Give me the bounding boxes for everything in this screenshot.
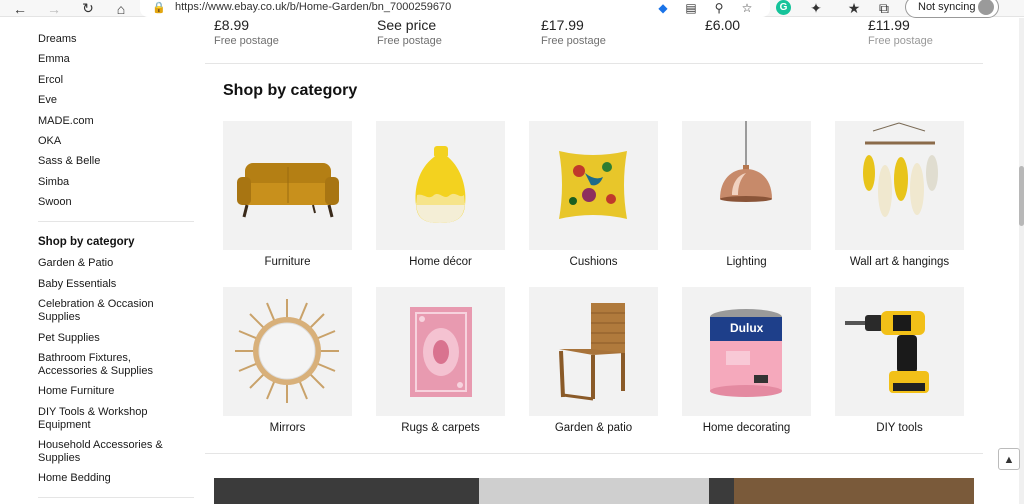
browser-toolbar: ← → ↻ ⌂ 🔒 https://www.ebay.co.uk/b/Home-… [0, 0, 1024, 18]
sidebar-category-household[interactable]: Household Accessories & Supplies [38, 439, 173, 465]
sidebar-category-baby[interactable]: Baby Essentials [38, 278, 116, 291]
category-label[interactable]: Wall art & hangings [835, 256, 964, 268]
sidebar-category-bedding[interactable]: Home Bedding [38, 472, 111, 485]
scroll-thumb[interactable] [1019, 166, 1024, 226]
favorite-add-icon[interactable]: ☆ [738, 0, 756, 17]
sidebar-divider [38, 497, 194, 498]
paint-brand-label: Dulux [730, 321, 764, 335]
sidebar-brand-made[interactable]: MADE.com [38, 115, 94, 128]
banner-image-warm [734, 478, 974, 504]
back-to-top-button[interactable]: ▲ [998, 448, 1020, 470]
section-divider [205, 453, 983, 454]
category-card-home-decor[interactable]: Home décor [376, 121, 505, 268]
home-icon[interactable]: ⌂ [111, 0, 131, 17]
grammarly-icon[interactable]: G [776, 0, 791, 15]
sidebar-category-heading: Shop by category [38, 236, 135, 248]
chevron-up-icon: ▲ [1003, 454, 1015, 466]
sidebar-category-diy[interactable]: DIY Tools & Workshop Equipment [38, 406, 158, 432]
forward-icon[interactable]: → [44, 0, 64, 17]
pendant-lamp-icon[interactable] [682, 121, 811, 250]
product-price[interactable]: £6.00 [705, 18, 740, 32]
favorites-icon[interactable]: ★ [844, 0, 864, 17]
product-price[interactable]: £8.99 [214, 18, 249, 32]
sidebar-category-pet[interactable]: Pet Supplies [38, 332, 100, 345]
zoom-icon[interactable]: ⚲ [710, 0, 728, 17]
category-label[interactable]: Garden & patio [529, 422, 658, 434]
category-card-cushions[interactable]: Cushions [529, 121, 658, 268]
mirror-icon[interactable] [223, 287, 352, 416]
sidebar-brand-emma[interactable]: Emma [38, 53, 70, 66]
sidebar-brand-simba[interactable]: Simba [38, 176, 69, 189]
drill-icon[interactable] [835, 287, 964, 416]
sidebar-brand-oka[interactable]: OKA [38, 135, 61, 148]
reader-icon[interactable]: ▤ [682, 0, 700, 17]
garden-chair-icon[interactable] [529, 287, 658, 416]
sync-label: Not syncing [918, 1, 976, 13]
category-label[interactable]: Lighting [682, 256, 811, 268]
category-label[interactable]: Home décor [376, 256, 505, 268]
sidebar-category-home-furniture[interactable]: Home Furniture [38, 385, 114, 398]
category-label[interactable]: Furniture [223, 256, 352, 268]
category-label[interactable]: DIY tools [835, 422, 964, 434]
avatar-icon [978, 0, 994, 15]
category-label[interactable]: Cushions [529, 256, 658, 268]
product-postage: Free postage [541, 35, 606, 47]
sidebar-brand-ercol[interactable]: Ercol [38, 74, 63, 87]
category-card-furniture[interactable]: Furniture [223, 121, 352, 268]
product-postage: Free postage [214, 35, 279, 47]
cushion-icon[interactable] [529, 121, 658, 250]
address-bar[interactable]: 🔒 https://www.ebay.co.uk/b/Home-Garden/b… [140, 0, 770, 17]
back-icon[interactable]: ← [10, 0, 30, 17]
extensions-icon[interactable]: ✦ [806, 0, 826, 17]
shop-by-category-title: Shop by category [223, 82, 358, 99]
lock-icon[interactable]: 🔒 [152, 1, 166, 14]
refresh-icon[interactable]: ↻ [78, 0, 98, 17]
sidebar-brand-dreams[interactable]: Dreams [38, 33, 77, 46]
profile-sync-button[interactable]: Not syncing [905, 0, 999, 18]
sidebar-category-garden-patio[interactable]: Garden & Patio [38, 257, 113, 270]
category-card-wall-art[interactable]: Wall art & hangings [835, 121, 964, 268]
category-card-mirrors[interactable]: Mirrors [223, 287, 352, 434]
category-card-rugs[interactable]: Rugs & carpets [376, 287, 505, 434]
sidebar-brand-sass-belle[interactable]: Sass & Belle [38, 155, 100, 168]
category-label[interactable]: Home decorating [682, 422, 811, 434]
promo-banner[interactable] [214, 478, 974, 504]
vase-icon[interactable] [376, 121, 505, 250]
rug-icon[interactable] [376, 287, 505, 416]
sidebar-category-bathroom[interactable]: Bathroom Fixtures, Accessories & Supplie… [38, 352, 163, 378]
paint-tin-icon[interactable]: Dulux [682, 287, 811, 416]
product-price[interactable]: £17.99 [541, 18, 584, 32]
sidebar-category-celebration[interactable]: Celebration & Occasion Supplies [38, 298, 168, 324]
section-divider [205, 63, 983, 64]
sidebar-brand-swoon[interactable]: Swoon [38, 196, 72, 209]
page-scrollbar[interactable] [1019, 18, 1024, 504]
sidebar-brand-eve[interactable]: Eve [38, 94, 57, 107]
category-card-diy-tools[interactable]: DIY tools [835, 287, 964, 434]
tag-icon[interactable]: ◆ [654, 0, 672, 17]
wall-hanging-icon[interactable] [835, 121, 964, 250]
category-card-lighting[interactable]: Lighting [682, 121, 811, 268]
category-card-garden-patio[interactable]: Garden & patio [529, 287, 658, 434]
product-postage: Free postage [377, 35, 442, 47]
product-price[interactable]: £11.99 [868, 18, 910, 32]
url-text[interactable]: https://www.ebay.co.uk/b/Home-Garden/bn_… [175, 1, 451, 13]
collections-icon[interactable]: ⧉ [874, 0, 894, 17]
banner-image-light [479, 478, 709, 504]
product-price[interactable]: See price [377, 18, 436, 32]
sofa-icon[interactable] [223, 121, 352, 250]
category-label[interactable]: Mirrors [223, 422, 352, 434]
product-postage: Free postage [868, 35, 933, 47]
category-label[interactable]: Rugs & carpets [376, 422, 505, 434]
sidebar-divider [38, 221, 194, 222]
category-card-home-decorating[interactable]: Dulux Home decorating [682, 287, 811, 434]
